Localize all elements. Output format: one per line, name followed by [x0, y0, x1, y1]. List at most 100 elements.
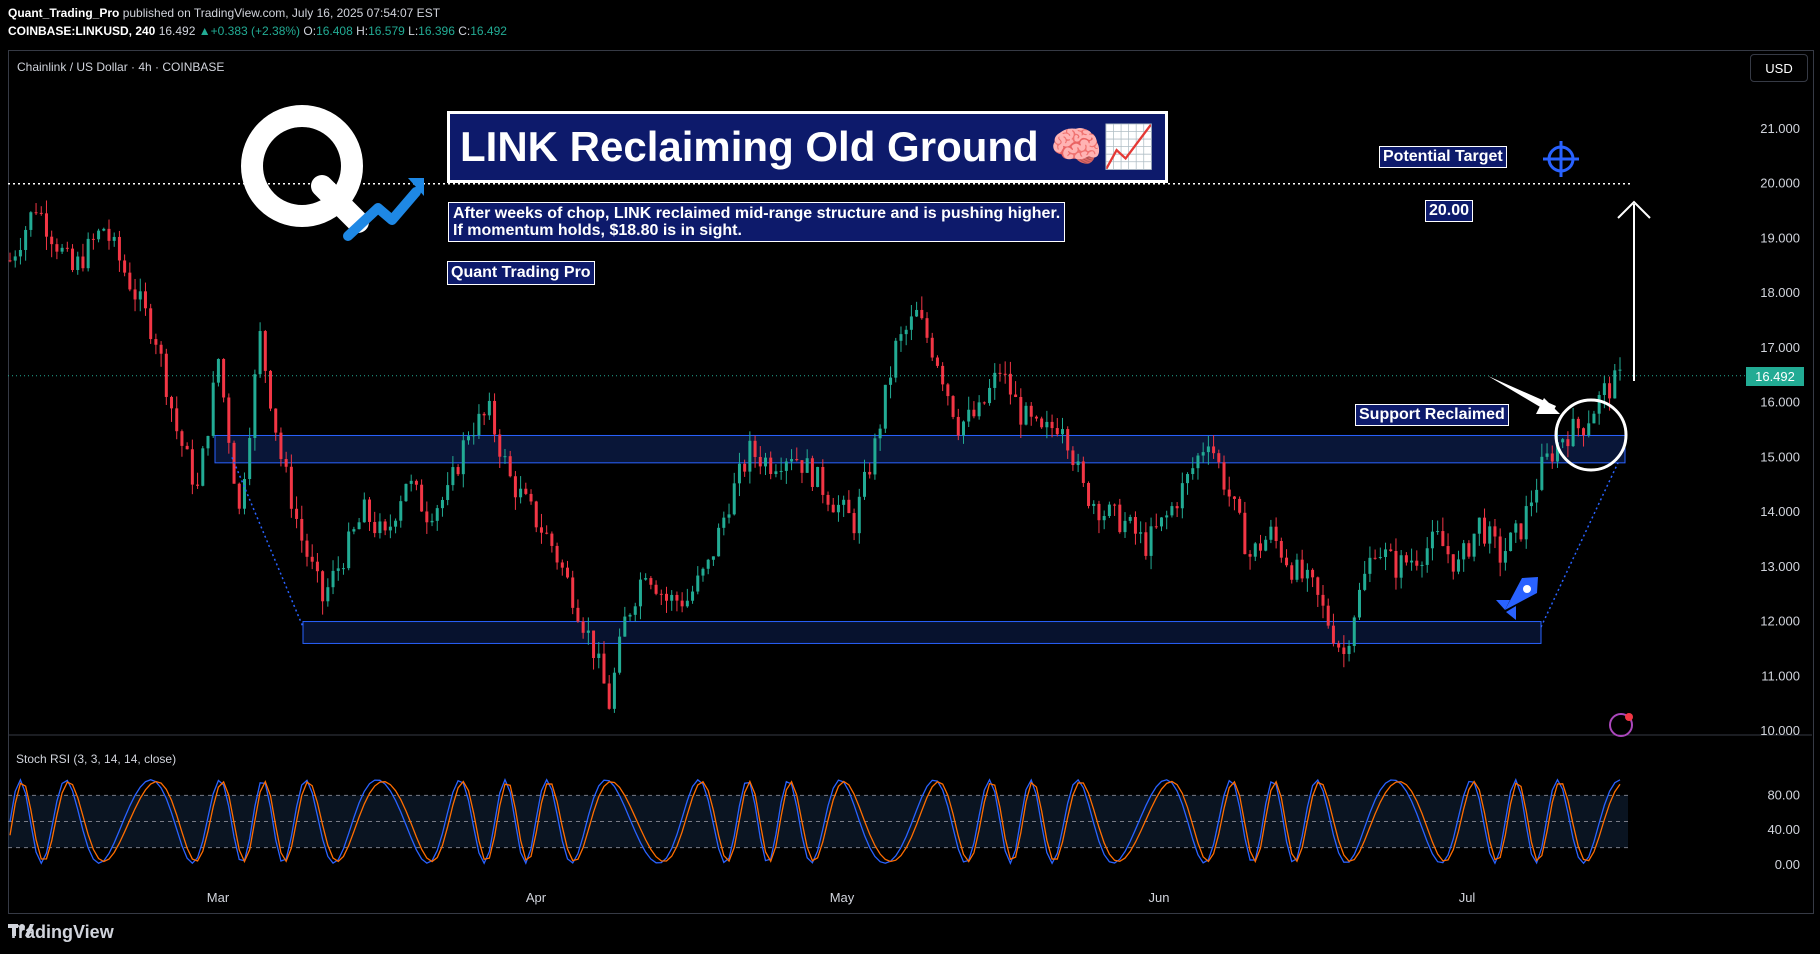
candle-body — [852, 513, 856, 534]
tradingview-footer[interactable]: TradingView — [8, 922, 114, 943]
candle-body — [644, 578, 648, 580]
currency-button[interactable]: USD — [1750, 54, 1808, 82]
candle-body — [1196, 455, 1200, 469]
subtitle-box[interactable]: After weeks of chop, LINK reclaimed mid-… — [448, 202, 1066, 242]
candle-body — [774, 471, 778, 475]
support-reclaimed-label[interactable]: Support Reclaimed — [1355, 404, 1509, 426]
stoch-tick-label: 40.00 — [1767, 822, 1800, 837]
candle-body — [1441, 531, 1445, 547]
candle-body — [894, 340, 898, 378]
candle-body — [482, 413, 486, 416]
candle-body — [1384, 549, 1388, 558]
candle-body — [1592, 413, 1596, 424]
candle-body — [1451, 554, 1455, 572]
candle-body — [1295, 559, 1299, 580]
candle-body — [1201, 452, 1205, 456]
candle-body — [55, 244, 59, 252]
stoch-rsi-label[interactable]: Stoch RSI (3, 3, 14, 14, close) — [16, 752, 176, 766]
time-tick-label: May — [830, 890, 855, 905]
candle-body — [404, 483, 408, 502]
candle-body — [341, 568, 345, 570]
candle-body — [1264, 539, 1268, 551]
candle-body — [409, 480, 413, 484]
candle-body — [1472, 533, 1476, 557]
candle-body — [670, 594, 674, 601]
candle-body — [1019, 397, 1023, 425]
candle-body — [1238, 498, 1242, 513]
target-value-label[interactable]: 20.00 — [1425, 200, 1474, 222]
candle-body — [1316, 577, 1320, 595]
main-title[interactable]: LINK Reclaiming Old Ground 🧠📈 — [447, 111, 1168, 183]
candle-body — [65, 247, 69, 249]
candle-body — [1331, 625, 1335, 644]
author-label[interactable]: Quant Trading Pro — [447, 261, 595, 285]
candle-body — [1576, 418, 1580, 429]
candle-body — [1394, 550, 1398, 578]
candle-body — [263, 331, 267, 371]
candle-body — [597, 653, 601, 659]
candle-body — [1102, 516, 1106, 521]
candle-body — [227, 397, 231, 443]
candle-body — [513, 476, 517, 498]
stoch-tick-label: 80.00 — [1767, 787, 1800, 802]
rocket-icon — [1523, 585, 1531, 593]
candle-body — [1144, 532, 1148, 556]
candle-body — [1217, 453, 1221, 463]
candle-body — [1347, 645, 1351, 655]
candle-body — [1498, 536, 1502, 563]
candle-body — [1425, 548, 1429, 565]
candle-body — [899, 334, 903, 341]
candle-body — [1404, 555, 1408, 563]
candle-body — [138, 291, 142, 300]
price-tick-label: 18.000 — [1760, 285, 1800, 300]
candle-body — [274, 408, 278, 433]
candle-body — [154, 339, 158, 345]
candle-body — [685, 600, 689, 607]
candle-body — [862, 471, 866, 497]
candle-body — [216, 359, 220, 383]
candle-body — [1597, 395, 1601, 414]
candle-body — [638, 579, 642, 607]
candle-body — [456, 467, 460, 475]
candle-body — [1368, 557, 1372, 574]
candle-body — [1305, 569, 1309, 579]
rocket-icon — [1505, 577, 1538, 610]
candle-body — [972, 409, 976, 417]
candle-body — [315, 561, 319, 572]
candle-body — [769, 457, 773, 475]
candle-body — [1024, 405, 1028, 425]
candle-body — [935, 357, 939, 366]
candle-body — [816, 466, 820, 487]
candle-body — [654, 584, 658, 594]
candle-body — [1321, 594, 1325, 606]
candle-body — [76, 256, 80, 271]
candle-body — [1191, 468, 1195, 475]
candle-body — [1269, 526, 1273, 540]
candle-body — [133, 289, 137, 300]
candle-body — [1253, 543, 1257, 557]
candle-body — [1123, 520, 1127, 533]
support-zone — [214, 434, 1626, 464]
candle-body — [242, 479, 246, 509]
candle-body — [1503, 551, 1507, 563]
candle-body — [1107, 504, 1111, 517]
pane-title: Chainlink / US Dollar · 4h · COINBASE — [17, 60, 225, 74]
candle-body — [1357, 589, 1361, 618]
candle-body — [810, 458, 814, 487]
candle-body — [1587, 423, 1591, 436]
potential-target-label[interactable]: Potential Target — [1379, 146, 1507, 168]
candle-body — [81, 256, 85, 269]
candle-body — [1222, 462, 1226, 490]
candle-body — [612, 672, 616, 709]
candle-body — [1071, 450, 1075, 466]
candle-body — [461, 440, 465, 475]
candle-body — [331, 570, 335, 588]
candle-body — [97, 230, 101, 240]
candle-body — [696, 575, 700, 592]
candle-body — [1326, 605, 1330, 626]
candle-body — [1514, 523, 1518, 533]
candle-body — [1378, 557, 1382, 559]
candle-body — [795, 459, 799, 461]
candle-body — [1186, 474, 1190, 484]
candle-body — [1300, 559, 1304, 579]
